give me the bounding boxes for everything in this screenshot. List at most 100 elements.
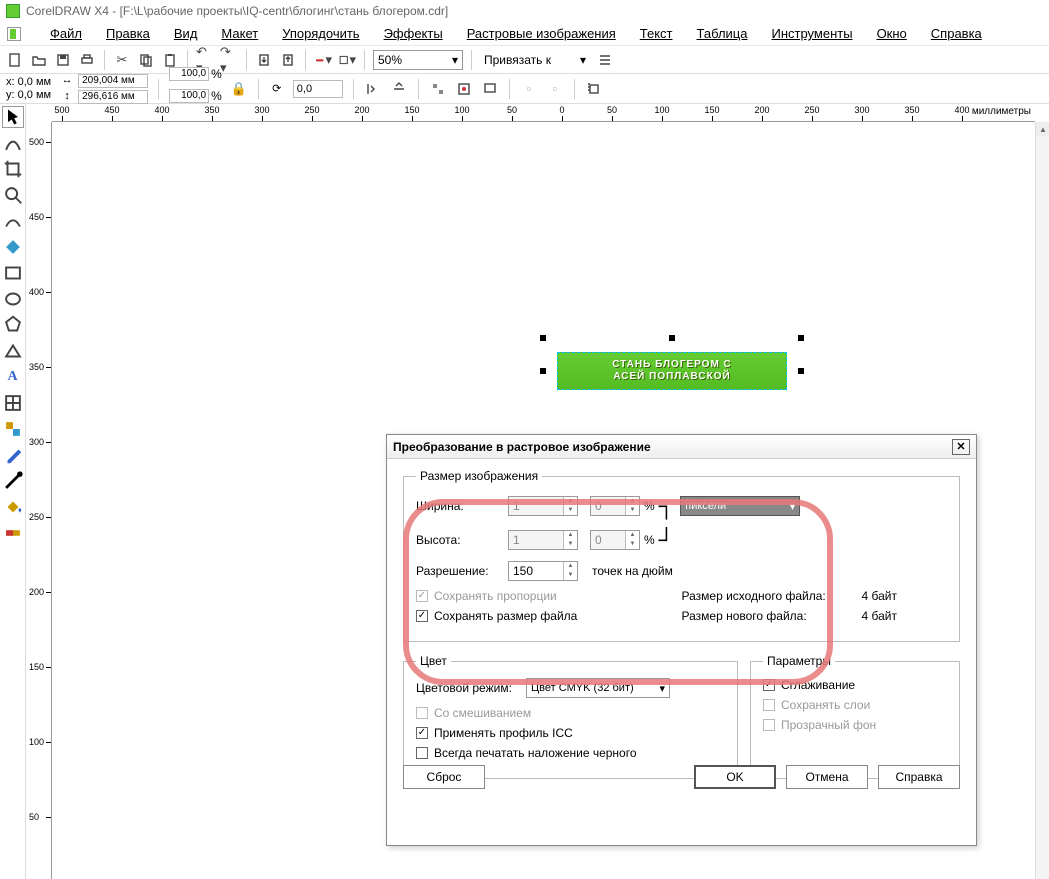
width-input[interactable]: 209,004 мм	[78, 74, 148, 88]
menu-edit[interactable]: Правка	[94, 24, 162, 43]
save-icon[interactable]	[54, 51, 72, 69]
menu-layout[interactable]: Макет	[209, 24, 270, 43]
resolution-spinner[interactable]: ▲▼	[508, 561, 578, 581]
doc-logo-icon	[6, 26, 22, 42]
eyedropper-tool-icon[interactable]	[2, 444, 24, 466]
height-input[interactable]: 296,616 мм	[78, 90, 148, 104]
width-pct-spinner[interactable]: ▲▼	[590, 496, 640, 516]
print-icon[interactable]	[78, 51, 96, 69]
color-mode-combo[interactable]: Цвет CMYK (32 бит)▾	[526, 678, 670, 698]
menu-arrange[interactable]: Упорядочить	[270, 24, 371, 43]
fieldset-image-size: Размер изображения Ширина: ▲▼ ▲▼ % ┐ пик…	[403, 469, 960, 642]
to-back-icon: ▫	[546, 80, 564, 98]
rectangle-tool-icon[interactable]	[2, 262, 24, 284]
scale-y-input[interactable]	[169, 89, 209, 103]
mirror-h-icon[interactable]	[364, 80, 382, 98]
resample-icon[interactable]	[455, 80, 473, 98]
app-logo-icon	[6, 4, 20, 18]
height-label: Высота:	[416, 533, 508, 547]
outline-tool-icon[interactable]	[2, 470, 24, 492]
menu-help[interactable]: Справка	[919, 24, 994, 43]
scale-x-input[interactable]	[169, 67, 209, 81]
handle-tr[interactable]	[798, 335, 804, 341]
trace-icon[interactable]	[429, 80, 447, 98]
height-spinner[interactable]: ▲▼	[508, 530, 578, 550]
fieldset-color: Цвет Цветовой режим: Цвет CMYK (32 бит)▾…	[403, 654, 738, 779]
ellipse-tool-icon[interactable]	[2, 288, 24, 310]
wrap-text-icon[interactable]	[585, 80, 603, 98]
table-tool-icon[interactable]	[2, 392, 24, 414]
crop-tool-icon[interactable]	[2, 158, 24, 180]
handle-ml[interactable]	[540, 368, 546, 374]
rotation-input[interactable]	[293, 80, 343, 98]
help-button[interactable]: Справка	[878, 765, 960, 789]
menu-effects[interactable]: Эффекты	[372, 24, 455, 43]
fill-tool-icon[interactable]	[2, 496, 24, 518]
mirror-v-icon[interactable]	[390, 80, 408, 98]
width-icon: ↔	[59, 73, 75, 89]
keep-filesize-checkbox[interactable]: ✓Сохранять размер файла	[416, 609, 682, 623]
src-size-value: 4 байт	[862, 589, 897, 603]
basic-shapes-tool-icon[interactable]	[2, 340, 24, 362]
options-icon[interactable]	[596, 51, 614, 69]
cancel-button[interactable]: Отмена	[786, 765, 868, 789]
zoom-combo[interactable]: 50%▾	[373, 50, 463, 70]
menu-text[interactable]: Текст	[628, 24, 685, 43]
snap-combo[interactable]: Привязать к▾	[480, 50, 590, 70]
convert-to-bitmap-dialog: Преобразование в растровое изображение ✕…	[386, 434, 977, 846]
vertical-scrollbar[interactable]: ▲	[1035, 122, 1049, 879]
title-bar: CorelDRAW X4 - [F:\L\рабочие проекты\IQ-…	[0, 0, 1049, 22]
dialog-title: Преобразование в растровое изображение	[393, 440, 651, 454]
menu-view[interactable]: Вид	[162, 24, 210, 43]
menu-file[interactable]: Файл	[38, 24, 94, 43]
reset-button[interactable]: Сброс	[403, 765, 485, 789]
keep-ratio-checkbox: ✓Сохранять пропорции	[416, 589, 682, 603]
antialias-checkbox[interactable]: ✓Сглаживание	[763, 678, 947, 692]
resolution-label: Разрешение:	[416, 564, 508, 578]
interactive-fill-tool-icon[interactable]	[2, 522, 24, 544]
app-launcher-icon[interactable]: ▾	[314, 51, 332, 69]
menu-tools[interactable]: Инструменты	[760, 24, 865, 43]
horizontal-ruler: миллиметры 50045040035030025020015010050…	[52, 104, 1035, 122]
polygon-tool-icon[interactable]	[2, 314, 24, 336]
height-pct-spinner[interactable]: ▲▼	[590, 530, 640, 550]
interactive-tool-icon[interactable]	[2, 418, 24, 440]
smartfill-tool-icon[interactable]	[2, 236, 24, 258]
to-front-icon: ▫	[520, 80, 538, 98]
close-icon[interactable]: ✕	[952, 439, 970, 455]
units-combo[interactable]: пиксели▾	[680, 496, 800, 516]
black-overprint-checkbox[interactable]: Всегда печатать наложение черного	[416, 746, 725, 760]
coord-y-label: y:	[6, 89, 15, 101]
zoom-tool-icon[interactable]	[2, 184, 24, 206]
handle-tl[interactable]	[540, 335, 546, 341]
freehand-tool-icon[interactable]	[2, 210, 24, 232]
title-text: CorelDRAW X4 - [F:\L\рабочие проекты\IQ-…	[26, 4, 448, 18]
menu-window[interactable]: Окно	[865, 24, 919, 43]
handle-mr[interactable]	[798, 368, 804, 374]
menu-bitmaps[interactable]: Растровые изображения	[455, 24, 628, 43]
menu-table[interactable]: Таблица	[685, 24, 760, 43]
new-icon[interactable]	[6, 51, 24, 69]
export-icon[interactable]	[279, 51, 297, 69]
copy-icon[interactable]	[137, 51, 155, 69]
width-spinner[interactable]: ▲▼	[508, 496, 578, 516]
bitmap-edit-icon[interactable]	[481, 80, 499, 98]
selected-bitmap-object[interactable]: СТАНЬ БЛОГЕРОМ САСЕЙ ПОПЛАВСКОЙ	[557, 352, 787, 390]
new-size-value: 4 байт	[862, 609, 897, 623]
shape-tool-icon[interactable]	[2, 132, 24, 154]
text-tool-icon[interactable]: A	[2, 366, 24, 388]
cut-icon[interactable]: ✂	[113, 51, 131, 69]
rotation-icon: ⟳	[269, 81, 285, 97]
open-icon[interactable]	[30, 51, 48, 69]
handle-tm[interactable]	[669, 335, 675, 341]
icc-checkbox[interactable]: ✓Применять профиль ICC	[416, 726, 725, 740]
scroll-up-icon[interactable]: ▲	[1036, 122, 1049, 136]
welcome-icon[interactable]: ▾	[338, 51, 356, 69]
import-icon[interactable]	[255, 51, 273, 69]
pick-tool-icon[interactable]	[2, 106, 24, 128]
fieldset-params: Параметры ✓Сглаживание Сохранять слои Пр…	[750, 654, 960, 779]
ok-button[interactable]: OK	[694, 765, 776, 789]
redo-icon[interactable]: ↷ ▾	[220, 51, 238, 69]
dialog-titlebar[interactable]: Преобразование в растровое изображение ✕	[387, 435, 976, 459]
lock-ratio-icon[interactable]: 🔒	[230, 80, 248, 98]
